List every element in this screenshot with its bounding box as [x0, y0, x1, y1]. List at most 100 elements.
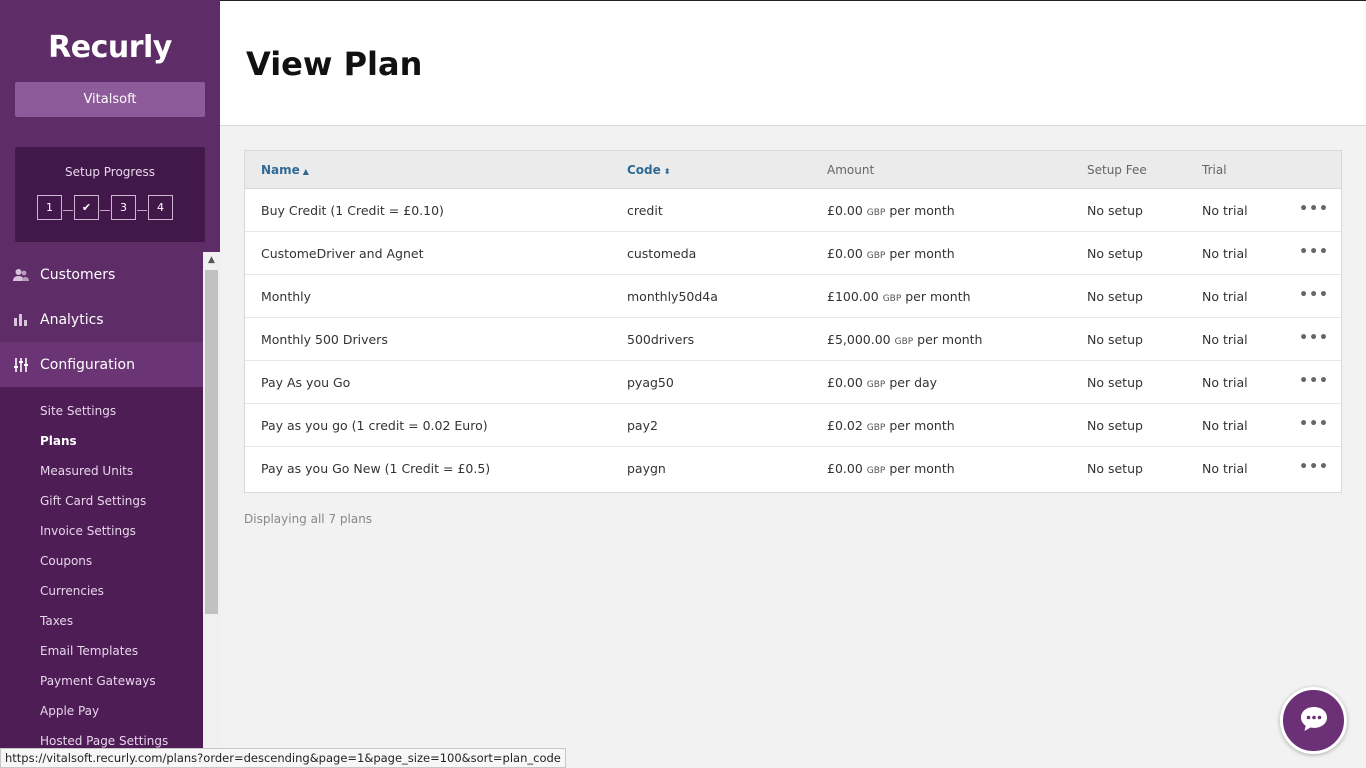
- plan-setup-fee: No setup: [1087, 203, 1143, 218]
- plan-name[interactable]: Buy Credit (1 Credit = £0.10): [261, 203, 444, 218]
- plan-setup-fee: No setup: [1087, 418, 1143, 433]
- plan-setup-fee: No setup: [1087, 332, 1143, 347]
- more-dots-icon[interactable]: •••: [1299, 287, 1329, 303]
- sort-asc-icon: ▲: [302, 167, 309, 176]
- submenu-coupons[interactable]: Coupons: [40, 554, 92, 568]
- amount-currency: GBP: [882, 294, 902, 304]
- table-row[interactable]: Monthly monthly50d4a £100.00 GBP per mon…: [245, 275, 1341, 318]
- scrollbar-thumb[interactable]: [205, 270, 218, 614]
- step-separator: [100, 210, 110, 211]
- setup-step-2[interactable]: ✔: [74, 195, 99, 220]
- plan-trial: No trial: [1202, 246, 1248, 261]
- column-header-code-label: Code: [627, 163, 661, 177]
- nav-analytics[interactable]: Analytics: [0, 297, 203, 342]
- table-row[interactable]: Buy Credit (1 Credit = £0.10) credit £0.…: [245, 189, 1341, 232]
- amount-value: £5,000.00: [827, 332, 891, 347]
- setup-steps: 1 ✔ 3 4: [37, 195, 173, 220]
- customers-icon: [13, 267, 29, 283]
- plan-code: credit: [627, 203, 663, 218]
- more-dots-icon[interactable]: •••: [1299, 373, 1329, 389]
- amount-period: per month: [889, 203, 955, 218]
- sliders-icon: [13, 357, 29, 373]
- submenu-hosted-page-settings[interactable]: Hosted Page Settings: [40, 734, 168, 748]
- table-row[interactable]: Pay As you Go pyag50 £0.00 GBP per day N…: [245, 361, 1341, 404]
- plan-trial: No trial: [1202, 289, 1248, 304]
- plan-setup-fee: No setup: [1087, 246, 1143, 261]
- plan-name[interactable]: CustomeDriver and Agnet: [261, 246, 424, 261]
- nav-configuration-label: Configuration: [40, 356, 135, 373]
- plan-amount: £0.00 GBP per day: [827, 375, 937, 390]
- submenu-gift-card-settings[interactable]: Gift Card Settings: [40, 494, 146, 508]
- step-separator: [137, 210, 147, 211]
- column-header-trial: Trial: [1202, 163, 1227, 177]
- submenu-measured-units[interactable]: Measured Units: [40, 464, 133, 478]
- table-row[interactable]: CustomeDriver and Agnet customeda £0.00 …: [245, 232, 1341, 275]
- submenu-currencies[interactable]: Currencies: [40, 584, 104, 598]
- setup-progress[interactable]: Setup Progress 1 ✔ 3 4: [15, 147, 205, 242]
- amount-period: per month: [905, 289, 971, 304]
- more-dots-icon[interactable]: •••: [1299, 416, 1329, 432]
- amount-value: £0.00: [827, 461, 863, 476]
- amount-currency: GBP: [866, 380, 886, 390]
- analytics-icon: [13, 312, 29, 328]
- more-dots-icon[interactable]: •••: [1299, 330, 1329, 346]
- nav-customers[interactable]: Customers: [0, 252, 203, 297]
- plan-code: monthly50d4a: [627, 289, 718, 304]
- plan-setup-fee: No setup: [1087, 289, 1143, 304]
- table-row[interactable]: Monthly 500 Drivers 500drivers £5,000.00…: [245, 318, 1341, 361]
- table-row[interactable]: Pay as you Go New (1 Credit = £0.5) payg…: [245, 447, 1341, 490]
- submenu-payment-gateways[interactable]: Payment Gateways: [40, 674, 156, 688]
- recurly-logo[interactable]: Recurly: [0, 30, 220, 65]
- sort-both-icon: ⬍: [663, 167, 671, 176]
- page-header: View Plan: [220, 0, 1366, 126]
- plan-name[interactable]: Pay as you Go New (1 Credit = £0.5): [261, 461, 490, 476]
- setup-step-3[interactable]: 3: [111, 195, 136, 220]
- submenu-email-templates[interactable]: Email Templates: [40, 644, 138, 658]
- account-switcher-button[interactable]: Vitalsoft: [15, 82, 205, 117]
- plan-trial: No trial: [1202, 332, 1248, 347]
- chat-bubble-icon: [1299, 705, 1329, 737]
- step-separator: [63, 210, 73, 211]
- nav-configuration[interactable]: Configuration: [0, 342, 203, 387]
- amount-currency: GBP: [866, 466, 886, 476]
- plan-trial: No trial: [1202, 375, 1248, 390]
- amount-period: per month: [889, 246, 955, 261]
- plan-setup-fee: No setup: [1087, 461, 1143, 476]
- plan-code: 500drivers: [627, 332, 695, 347]
- submenu-invoice-settings[interactable]: Invoice Settings: [40, 524, 136, 538]
- amount-period: per day: [889, 375, 938, 390]
- plan-name[interactable]: Monthly: [261, 289, 311, 304]
- sidebar-scrollbar[interactable]: ▲: [203, 252, 220, 768]
- chat-button[interactable]: [1280, 687, 1347, 754]
- plans-count: Displaying all 7 plans: [244, 512, 373, 526]
- plan-amount: £0.00 GBP per month: [827, 461, 955, 476]
- column-header-code[interactable]: Code ⬍: [627, 163, 670, 177]
- amount-value: £0.00: [827, 375, 863, 390]
- plan-name[interactable]: Pay As you Go: [261, 375, 350, 390]
- plan-trial: No trial: [1202, 461, 1248, 476]
- amount-value: £100.00: [827, 289, 879, 304]
- column-header-name[interactable]: Name ▲: [261, 163, 309, 177]
- plan-code: paygn: [627, 461, 666, 476]
- plan-name[interactable]: Monthly 500 Drivers: [261, 332, 388, 347]
- plan-amount: £5,000.00 GBP per month: [827, 332, 982, 347]
- submenu-apple-pay[interactable]: Apple Pay: [40, 704, 99, 718]
- amount-currency: GBP: [866, 423, 886, 433]
- amount-value: £0.00: [827, 203, 863, 218]
- more-dots-icon[interactable]: •••: [1299, 201, 1329, 217]
- setup-step-1[interactable]: 1: [37, 195, 62, 220]
- submenu-site-settings[interactable]: Site Settings: [40, 404, 116, 418]
- amount-period: per month: [889, 461, 955, 476]
- table-row[interactable]: Pay as you go (1 credit = 0.02 Euro) pay…: [245, 404, 1341, 447]
- plan-amount: £0.02 GBP per month: [827, 418, 955, 433]
- amount-period: per month: [889, 418, 955, 433]
- more-dots-icon[interactable]: •••: [1299, 244, 1329, 260]
- submenu-taxes[interactable]: Taxes: [40, 614, 73, 628]
- setup-step-4[interactable]: 4: [148, 195, 173, 220]
- column-header-setup-fee: Setup Fee: [1087, 163, 1147, 177]
- plan-name[interactable]: Pay as you go (1 credit = 0.02 Euro): [261, 418, 488, 433]
- plan-trial: No trial: [1202, 203, 1248, 218]
- scroll-up-arrow-icon[interactable]: ▲: [203, 252, 220, 269]
- more-dots-icon[interactable]: •••: [1299, 459, 1329, 475]
- submenu-plans[interactable]: Plans: [40, 434, 77, 448]
